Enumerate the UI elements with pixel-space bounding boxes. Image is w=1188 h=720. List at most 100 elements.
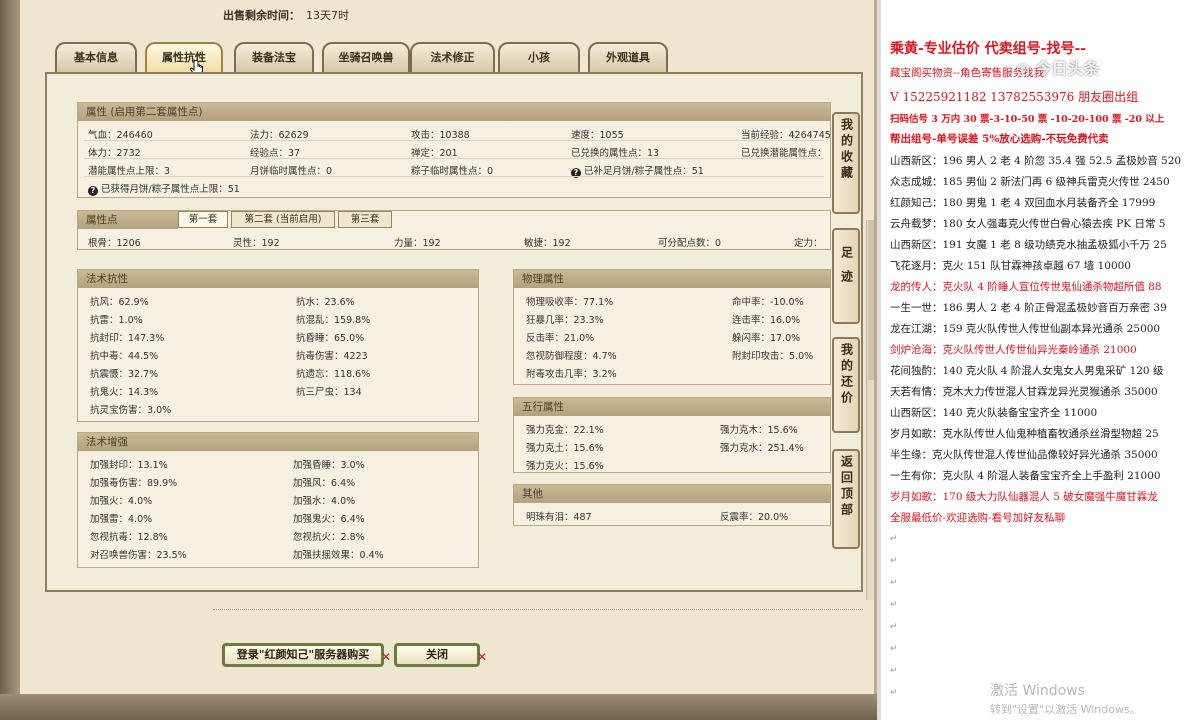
element-left-2: 强力克火：15.6% — [526, 461, 604, 472]
nav-footprints[interactable]: 足迹 — [832, 228, 860, 324]
point-spirit: 灵性：192 — [233, 238, 280, 249]
stat-note-text: 已获得月饼/粽子属性点上限：51 — [101, 184, 240, 195]
five-elements-title: 五行属性 — [514, 398, 830, 416]
windows-activation-title: 激活 Windows — [990, 683, 1085, 699]
scroll-thumb[interactable] — [868, 220, 874, 380]
watermark-logo: ◎ 今日头条 — [1016, 59, 1100, 78]
nav-my-favorites[interactable]: 我的收藏 — [832, 112, 860, 214]
doc-line-8: 云舟载梦：180 女人强毒克火传世白骨心猿去疾 PK 日常 5 — [890, 218, 1166, 230]
stat-zongzi-temp: 粽子临时属性点：0 — [411, 166, 494, 177]
doc-line-5: 山西新区：196 男人 2 老 4 阶忽 35.4 强 52.5 孟极妙音 52… — [890, 155, 1182, 167]
magic-resist-section: 法术抗性 抗风：62.9% 抗雷：1.0% 抗封印：147.3% 抗中毒：44.… — [77, 269, 479, 422]
doc-line-7: 红颜知己：180 男鬼 1 老 4 双回血水月装备齐全 17999 — [890, 197, 1156, 209]
stat-speed: 速度：1055 — [571, 130, 624, 141]
resist-left-1: 抗雷：1.0% — [90, 315, 143, 326]
login-buy-label: 登录"红颜知己"服务器购买 — [236, 648, 370, 661]
game-window: 出售剩余时间： 13天7时 基本信息 属性抗性 装备法宝 坐骑召唤兽 法术修正 小… — [0, 0, 877, 720]
boost-right-5: 加强扶摇效果：0.4% — [293, 550, 384, 561]
nav-back-to-top[interactable]: 返回顶部 — [832, 449, 860, 549]
magic-boost-title: 法术增强 — [78, 433, 478, 451]
tab-point-set-1[interactable]: 第一套 — [178, 211, 228, 228]
physical-section: 物理属性 物理吸收率：77.1% 狂暴几率：23.3% 反击率：21.0% 忽视… — [513, 269, 831, 385]
paragraph-mark: ↵ — [890, 622, 898, 632]
doc-line-14: 剑炉沧海：克火队传世人传世仙异光秦岭通杀 21000 — [890, 344, 1137, 356]
sale-time-remaining: 出售剩余时间： 13天7时 — [223, 7, 349, 23]
doc-line-2: V 15225921182 13782553976 朋友圈出组 — [890, 90, 1139, 104]
physical-left-2: 反击率：21.0% — [526, 333, 595, 344]
element-left-0: 强力克金：22.1% — [526, 425, 604, 436]
doc-line-6: 众志成城：185 男仙 2 新法门再 6 级神兵雷克火传世 2450 — [890, 176, 1170, 188]
physical-left-3: 忽视防御程度：4.7% — [526, 351, 617, 362]
attributes-content-panel: 属性 (启用第二套属性点) 气血：246460 法力：62629 攻击：1038… — [45, 72, 863, 592]
help-icon[interactable]: ? — [88, 186, 98, 196]
stat-zen: 禅定：201 — [411, 148, 458, 159]
boost-right-3: 加强鬼火：6.4% — [293, 514, 365, 525]
sale-time-label: 出售剩余时间： — [223, 9, 300, 22]
physical-title: 物理属性 — [514, 270, 830, 288]
paragraph-mark: ↵ — [890, 578, 898, 588]
stat-potential-cap: 潜能属性点上限：3 — [88, 166, 171, 177]
stat-note: ? 已获得月饼/粽子属性点上限：51 — [88, 181, 240, 196]
windows-activation-subtitle: 转到"设置"以激活 Windows。 — [990, 703, 1141, 716]
tab-spell-modifiers[interactable]: 法术修正 — [410, 42, 495, 72]
doc-line-17: 山西新区：140 克火队装备宝宝齐全 11000 — [890, 407, 1098, 419]
stat-exp-points: 经验点：37 — [250, 148, 301, 159]
doc-line-15: 花间独酌：140 克火队 4 阶混人女鬼女人男鬼采矿 120 级 — [890, 365, 1164, 377]
close-x-icon: ✕ — [380, 650, 391, 664]
tab-equipment[interactable]: 装备法宝 — [234, 42, 314, 72]
doc-line-20: 一生有你：克火队 4 阶混人装备宝宝齐全上手盈利 21000 — [890, 470, 1161, 482]
doc-line-16: 天若有情：克木大力传世混人甘霖龙异光灵猴通杀 35000 — [890, 386, 1158, 398]
paragraph-mark: ↵ — [890, 534, 898, 544]
tab-point-set-3[interactable]: 第三套 — [338, 211, 392, 228]
other-section: 其他 明珠有泪：487 反震率：20.0% — [513, 484, 831, 526]
other-pearl-tears: 明珠有泪：487 — [526, 512, 592, 523]
tab-point-set-2[interactable]: 第二套 (当前启用) — [231, 211, 335, 228]
stat-stamina: 体力：2732 — [88, 148, 141, 159]
physical-right-1: 连击率：16.0% — [732, 315, 801, 326]
tab-attribute-resist[interactable]: 属性抗性 — [145, 42, 223, 72]
doc-line-10: 飞花逐月：克火 151 队甘霖神孩卓越 67 墙 10000 — [890, 260, 1131, 272]
attribute-points-section: 属性点 第一套 第二套 (当前启用) 第三套 根骨：1206 灵性：192 力量… — [77, 210, 831, 250]
five-elements-section: 五行属性 强力克金：22.1% 强力克土：15.6% 强力克火：15.6% 强力… — [513, 397, 831, 473]
physical-left-0: 物理吸收率：77.1% — [526, 297, 614, 308]
resist-right-1: 抗混乱：159.8% — [296, 315, 371, 326]
resist-left-5: 抗鬼火：14.3% — [90, 387, 159, 398]
stat-attack: 攻击：10388 — [411, 130, 470, 141]
resist-left-0: 抗风：62.9% — [90, 297, 149, 308]
point-strength: 力量：192 — [394, 238, 441, 249]
attributes-section: 属性 (启用第二套属性点) 气血：246460 法力：62629 攻击：1038… — [77, 102, 831, 198]
resist-right-0: 抗水：23.6% — [296, 297, 355, 308]
doc-line-12: 一生一世：186 男人 2 老 4 阶正骨混孟极妙音百万亲密 39 — [890, 302, 1167, 314]
resist-right-2: 抗昏睡：65.0% — [296, 333, 365, 344]
boost-right-4: 忽视抗火：2.8% — [293, 532, 365, 543]
doc-line-4: 帮出组号-单号误差 5%放心选购-不玩免费代卖 — [890, 133, 1109, 145]
stat-mooncake-temp: 月饼临时属性点：0 — [250, 166, 333, 177]
close-button[interactable]: 关闭 ✕ — [394, 643, 487, 667]
tab-basic-info[interactable]: 基本信息 — [55, 42, 137, 72]
tab-appearance[interactable]: 外观道具 — [588, 42, 668, 72]
left-frame-edge — [0, 0, 20, 720]
nav-my-offers[interactable]: 我的还价 — [832, 337, 860, 433]
resist-left-4: 抗震慑：32.7% — [90, 369, 159, 380]
doc-line-11: 龙的传人：克火队 4 阶睡人宣位传世鬼仙通杀物超所值 88 — [890, 281, 1162, 293]
bottom-frame-edge — [0, 694, 877, 720]
point-agility: 敏捷：192 — [524, 238, 571, 249]
scrollbar[interactable] — [866, 220, 874, 600]
doc-line-21: 岁月如歌：170 级大力队仙器混人 5 破女魔强牛魔甘霖龙 — [890, 491, 1158, 503]
other-counter-shock: 反震率：20.0% — [720, 512, 789, 523]
login-buy-button[interactable]: 登录"红颜知己"服务器购买 ✕ — [222, 643, 391, 667]
tab-child[interactable]: 小孩 — [498, 42, 580, 72]
boost-right-1: 加强风：6.4% — [293, 478, 356, 489]
element-left-1: 强力克土：15.6% — [526, 443, 604, 454]
physical-right-3: 附封印攻击：5.0% — [732, 351, 814, 362]
tab-mounts-summons[interactable]: 坐骑召唤兽 — [322, 42, 410, 72]
close-x-icon: ✕ — [476, 650, 487, 664]
paragraph-mark: ↵ — [890, 644, 898, 654]
boost-left-1: 加强毒伤害：89.9% — [90, 478, 178, 489]
point-focus: 定力： — [794, 238, 823, 249]
paragraph-mark: ↵ — [890, 666, 898, 676]
resist-right-3: 抗毒伤害：4223 — [296, 351, 368, 362]
doc-line-3: 扫码估号 3 万内 30 票-3-10-50 票 -10-20-100 票 -2… — [890, 114, 1165, 125]
magic-boost-section: 法术增强 加强封印：13.1% 加强毒伤害：89.9% 加强火：4.0% 加强雷… — [77, 432, 479, 568]
boost-left-5: 对召唤兽伤害：23.5% — [90, 550, 187, 561]
